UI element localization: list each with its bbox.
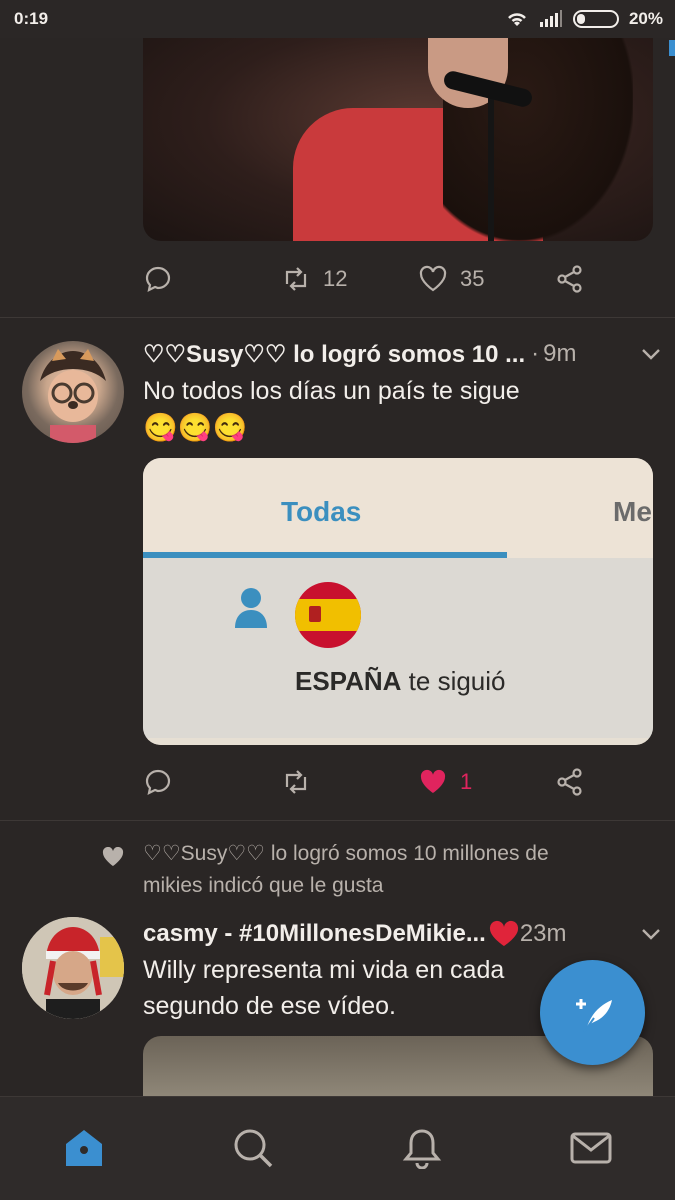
card-tabbar [143, 458, 653, 558]
chevron-down-icon[interactable] [639, 342, 663, 366]
avatar-image [22, 917, 124, 1019]
avatar-image [40, 349, 106, 443]
notification-suffix: te siguió [401, 666, 506, 696]
tweet-text: No todos los días un país te sigue [143, 377, 520, 405]
heart-emoji-icon [489, 920, 518, 946]
search-icon[interactable] [232, 1127, 274, 1169]
author-name[interactable]: ♡♡Susy♡♡ lo logró somos 10 ... [143, 340, 525, 369]
status-time: 0:19 [14, 9, 49, 28]
reply-icon [145, 769, 171, 795]
scroll-indicator [669, 40, 675, 56]
share-icon [557, 768, 582, 796]
notification-text: ESPAÑA te siguió [295, 666, 506, 697]
like-button[interactable]: 1 [418, 767, 472, 797]
status-icons: 20% [505, 9, 663, 29]
home-icon[interactable] [63, 1127, 105, 1169]
like-button[interactable]: 35 [418, 264, 484, 294]
notification-name: ESPAÑA [295, 666, 402, 696]
tweet-header: casmy - #10MillonesDeMikie... 23m [143, 916, 663, 952]
retweet-button[interactable]: 12 [281, 264, 347, 294]
person-icon [235, 588, 267, 628]
card-bottom-strip [143, 738, 653, 745]
author-name[interactable]: casmy - #10MillonesDeMikie... [143, 920, 486, 948]
liked-heart-icon [102, 847, 124, 866]
card-notification [143, 558, 653, 738]
avatar[interactable] [22, 917, 124, 1019]
spain-flag-icon [295, 582, 361, 648]
tweet-divider [0, 317, 675, 318]
tweet-header: ♡♡Susy♡♡ lo logró somos 10 ... · 9m [143, 336, 663, 372]
tweet-time: 23m [519, 920, 567, 947]
status-bar: 0:19 20% [0, 0, 675, 38]
tweet-divider [0, 820, 675, 821]
reply-button[interactable] [143, 264, 173, 294]
retweet-count: 12 [323, 266, 348, 291]
retweet-icon [285, 267, 307, 291]
retweet-icon [285, 770, 307, 794]
separator-dot: · [531, 340, 540, 367]
mail-icon[interactable] [570, 1127, 612, 1169]
social-context: ♡♡Susy♡♡ lo logró somos 10 millones de m… [143, 842, 549, 897]
share-icon [557, 265, 582, 293]
retweet-button[interactable] [281, 767, 311, 797]
heart-icon [419, 265, 447, 292]
tweet-actions: 1 [143, 762, 603, 802]
like-count: 35 [460, 266, 485, 291]
tweet-emoji: 😋😋😋 [143, 412, 248, 443]
bottom-nav [0, 1096, 675, 1200]
avatar[interactable] [22, 341, 124, 443]
compose-button[interactable] [540, 960, 645, 1065]
tweet-text: Willy representa mi vida en cada segundo… [143, 956, 505, 1020]
wifi-icon [508, 13, 526, 26]
share-button[interactable] [555, 264, 585, 294]
heart-filled-icon [420, 769, 446, 793]
tweet-photo[interactable] [143, 38, 653, 241]
compose-feather-icon [575, 998, 612, 1033]
battery-icon [572, 10, 619, 28]
reply-button[interactable] [143, 767, 173, 797]
share-button[interactable] [555, 767, 585, 797]
tweet-actions: 12 35 [143, 259, 603, 299]
card-tab-next: Me [613, 496, 652, 527]
bell-icon[interactable] [401, 1127, 443, 1169]
tweet-image-card[interactable]: Todas Me ESPAÑA te siguió [143, 458, 653, 745]
chevron-down-icon[interactable] [639, 922, 663, 946]
card-tab-todas: Todas [281, 496, 362, 527]
reply-icon [145, 266, 171, 292]
battery-percent: 20% [628, 9, 663, 28]
tweet-time: 9m [543, 340, 577, 367]
like-count: 1 [460, 769, 473, 794]
signal-icon [539, 10, 562, 27]
